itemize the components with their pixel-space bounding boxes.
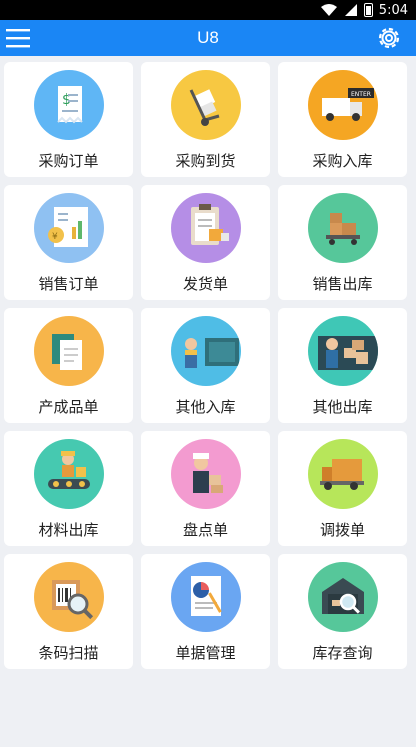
tile-document-management[interactable]: 单据管理 — [141, 554, 270, 669]
tile-sales-order[interactable]: ¥ 销售订单 — [4, 185, 133, 300]
gear-icon[interactable] — [376, 25, 402, 51]
svg-text:ENTER: ENTER — [351, 91, 371, 98]
tile-label: 单据管理 — [175, 644, 236, 662]
document-report-icon — [170, 562, 241, 632]
tile-finished-goods[interactable]: 产成品单 — [4, 308, 133, 423]
boxes-cart-icon — [307, 193, 378, 263]
tile-purchase-inbound[interactable]: ENTER 采购入库 — [278, 62, 407, 177]
worker-boxes-icon — [307, 316, 378, 386]
status-time: 5:04 — [378, 2, 408, 18]
tile-barcode-scan[interactable]: 条码扫描 — [4, 554, 133, 669]
tile-inventory-query[interactable]: 库存查询 — [278, 554, 407, 669]
menu-icon[interactable] — [6, 27, 30, 49]
tile-label: 材料出库 — [38, 521, 99, 539]
page-title: U8 — [197, 28, 219, 47]
tile-label: 采购入库 — [312, 152, 373, 170]
svg-text:¥: ¥ — [52, 232, 58, 242]
receipt-icon: $ — [33, 70, 104, 140]
sales-chart-icon: ¥ — [33, 193, 104, 263]
clipboard-icon — [170, 193, 241, 263]
tile-label: 销售出库 — [312, 275, 373, 293]
tile-purchase-order[interactable]: $ 采购订单 — [4, 62, 133, 177]
tile-label: 采购到货 — [175, 152, 236, 170]
warehouse-search-icon — [307, 562, 378, 632]
hand-truck-icon — [170, 70, 241, 140]
tile-stocktaking[interactable]: 盘点单 — [141, 431, 270, 546]
barcode-magnifier-icon — [33, 562, 104, 632]
tile-sales-outbound[interactable]: 销售出库 — [278, 185, 407, 300]
tile-label: 采购订单 — [38, 152, 99, 170]
tile-other-outbound[interactable]: 其他出库 — [278, 308, 407, 423]
function-grid: $ 采购订单 采购到货 ENTER 采购入库 ¥ 销售订单 发货单 销售出库 产… — [4, 62, 412, 669]
tile-label: 盘点单 — [182, 521, 228, 539]
cargo-truck-icon — [307, 439, 378, 509]
app-bar: U8 — [0, 20, 416, 56]
tile-delivery-note[interactable]: 发货单 — [141, 185, 270, 300]
tile-transfer-order[interactable]: 调拨单 — [278, 431, 407, 546]
tile-label: 其他入库 — [175, 398, 236, 416]
status-bar: 5:04 — [0, 0, 416, 20]
worker-truck-icon — [170, 316, 241, 386]
battery-icon — [363, 3, 373, 17]
tile-label: 产成品单 — [38, 398, 99, 416]
tile-label: 条码扫描 — [38, 644, 99, 662]
tile-material-outbound[interactable]: 材料出库 — [4, 431, 133, 546]
conveyor-worker-icon — [33, 439, 104, 509]
wifi-icon — [320, 4, 337, 16]
tile-purchase-arrival[interactable]: 采购到货 — [141, 62, 270, 177]
signal-icon — [344, 4, 357, 16]
delivery-truck-icon: ENTER — [307, 70, 378, 140]
tile-label: 库存查询 — [312, 644, 373, 662]
inventory-worker-icon — [170, 439, 241, 509]
documents-icon — [33, 316, 104, 386]
tile-other-inbound[interactable]: 其他入库 — [141, 308, 270, 423]
tile-label: 销售订单 — [38, 275, 99, 293]
tile-label: 调拨单 — [319, 521, 365, 539]
tile-label: 发货单 — [182, 275, 228, 293]
tile-label: 其他出库 — [312, 398, 373, 416]
